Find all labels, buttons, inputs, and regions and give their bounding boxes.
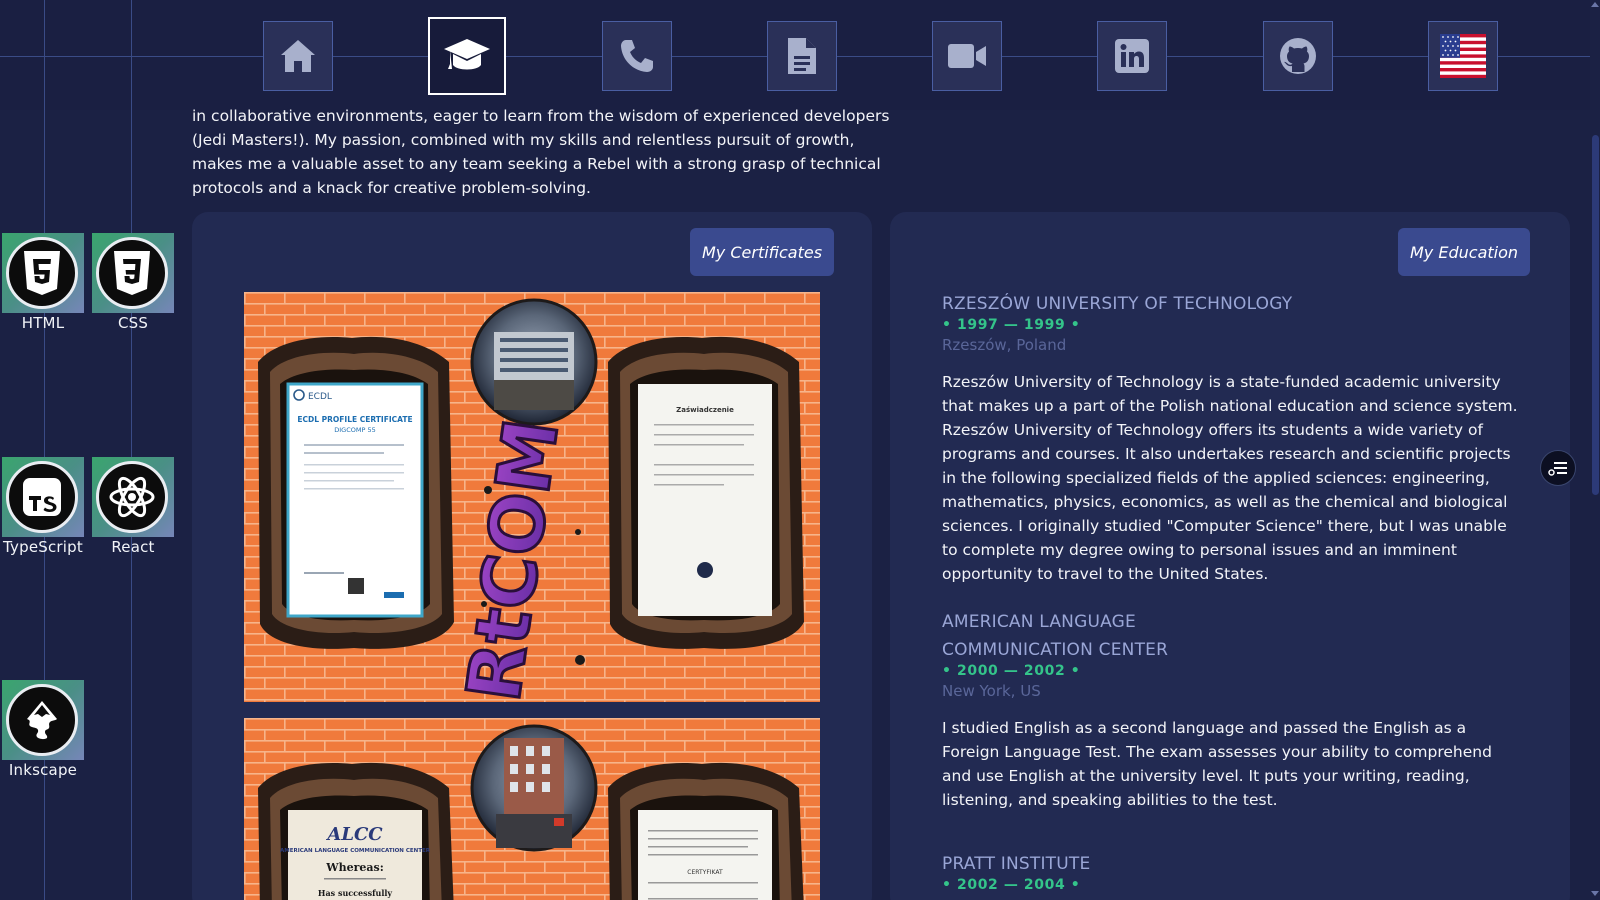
nav-phone-button[interactable] [602, 21, 672, 91]
school-name: PRATT INSTITUTE [942, 854, 1091, 874]
cert-text: Has successfully [318, 888, 393, 898]
cert-title: CERTYFIKAT [687, 869, 723, 876]
scrollbar-thumb[interactable] [1592, 135, 1599, 495]
nav-linkedin-button[interactable] [1097, 21, 1167, 91]
certificates-title: My Certificates [690, 228, 835, 276]
skill-css[interactable]: CSS [92, 233, 174, 332]
skills-sidebar: HTML CSS TypeScript React Inkscape [0, 0, 176, 900]
education-entry: AMERICAN LANGUAGE COMMUNICATION CENTER •… [942, 608, 1522, 812]
school-years: • 2002 — 2004 • [942, 877, 1081, 893]
education-entry: RZESZÓW UNIVERSITY OF TECHNOLOGY • 1997 … [942, 290, 1522, 586]
education-entry: PRATT INSTITUTE • 2002 — 2004 • [942, 850, 1522, 893]
github-icon [1280, 38, 1316, 74]
skill-tile [92, 233, 174, 313]
skill-html[interactable]: HTML [2, 233, 84, 332]
inkscape-icon [6, 684, 78, 756]
skill-react[interactable]: React [92, 457, 174, 556]
cert-title: ECDL PROFILE CERTIFICATE [297, 415, 412, 424]
skill-label: CSS [117, 314, 149, 332]
grid-line [44, 0, 45, 110]
nav-education-button[interactable] [428, 17, 506, 95]
nav-home-button[interactable] [263, 21, 333, 91]
school-location: Rzeszów, Poland [942, 336, 1067, 354]
skill-label: TypeScript [3, 538, 83, 556]
certificate-image[interactable]: ECDL ECDL PROFILE CERTIFICATE DIGCOMP 55… [244, 292, 820, 702]
school-name: AMERICAN LANGUAGE [942, 612, 1136, 632]
phone-icon [621, 40, 653, 72]
menu-icon [1548, 462, 1567, 476]
home-icon [281, 40, 315, 72]
scroll-up-arrow[interactable] [1591, 2, 1599, 7]
certificate-image[interactable]: ALCC AMERICAN LANGUAGE COMMUNICATION CEN… [244, 718, 820, 900]
cert-brand: ALCC [325, 824, 383, 845]
linkedin-icon [1115, 39, 1149, 73]
certificates-card: My Certificates ECDL ECDL PROFILE CERTIF… [192, 212, 872, 900]
grid-line [131, 0, 132, 110]
cert-title: Zaświadczenie [676, 406, 734, 414]
school-years: • 2000 — 2002 • [942, 663, 1081, 679]
school-description: Rzeszów University of Technology is a st… [942, 373, 1518, 583]
skill-label: React [111, 538, 155, 556]
cert-title: AMERICAN LANGUAGE COMMUNICATION CENTER [280, 848, 431, 854]
skill-tile [2, 680, 84, 760]
school-years: • 1997 — 1999 • [942, 317, 1081, 333]
css3-icon [96, 237, 168, 309]
education-title: My Education [1398, 228, 1531, 276]
nav-resume-button[interactable] [767, 21, 837, 91]
cert-brand: ECDL [308, 392, 332, 402]
school-name: COMMUNICATION CENTER [942, 640, 1169, 660]
nav-language-button[interactable] [1428, 21, 1498, 91]
skill-typescript[interactable]: TypeScript [2, 457, 84, 556]
about-paragraph: in collaborative environments, eager to … [192, 107, 890, 197]
cert-whereas: Whereas: [325, 861, 384, 874]
skill-tile [2, 233, 84, 313]
school-name: RZESZÓW UNIVERSITY OF TECHNOLOGY [942, 294, 1293, 314]
nav-video-button[interactable] [932, 21, 1002, 91]
page: HTML CSS TypeScript React Inkscape in co… [0, 0, 1600, 900]
top-navigation [0, 0, 1590, 110]
skill-inkscape[interactable]: Inkscape [2, 680, 84, 779]
html5-icon [6, 237, 78, 309]
graduation-cap-icon [444, 39, 490, 70]
skill-label: HTML [21, 314, 65, 332]
school-description: I studied English as a second language a… [942, 719, 1492, 809]
cert-subtitle: DIGCOMP 55 [334, 426, 375, 434]
scroll-down-arrow[interactable] [1591, 891, 1599, 896]
skill-label: Inkscape [8, 761, 78, 779]
skill-tile [92, 457, 174, 537]
floating-menu-button[interactable] [1540, 450, 1576, 486]
react-icon [96, 461, 168, 533]
typescript-icon [6, 461, 78, 533]
nav-github-button[interactable] [1263, 21, 1333, 91]
video-camera-icon [948, 44, 986, 68]
skill-tile [2, 457, 84, 537]
school-location: New York, US [942, 682, 1041, 700]
education-card: My Education RZESZÓW UNIVERSITY OF TECHN… [890, 212, 1570, 900]
document-icon [788, 38, 816, 74]
us-flag-icon [1440, 34, 1486, 78]
